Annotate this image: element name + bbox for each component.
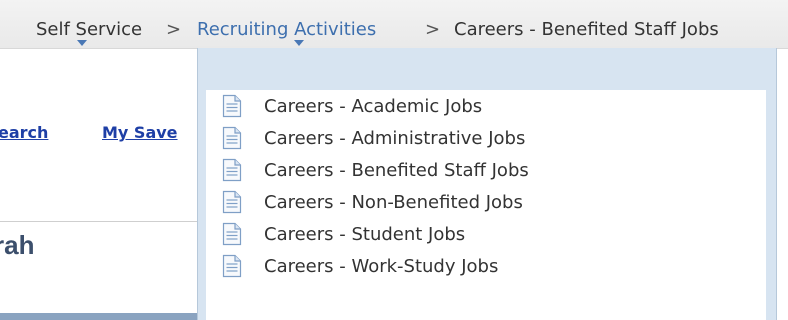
document-icon xyxy=(222,158,242,182)
menu-item-label: Careers - Student Jobs xyxy=(264,223,466,245)
dropdown-list: Careers - Academic Jobs Careers - Admini… xyxy=(206,90,766,320)
menu-item-label: Careers - Non-Benefited Jobs xyxy=(264,191,523,213)
menu-item-administrative-jobs[interactable]: Careers - Administrative Jobs xyxy=(206,122,766,154)
search-link[interactable]: earch xyxy=(0,123,48,142)
breadcrumb-careers-benefited-staff[interactable]: Careers - Benefited Staff Jobs xyxy=(454,18,719,42)
document-icon xyxy=(222,94,242,118)
background-content: earch My Save rah xyxy=(0,0,200,320)
menu-item-label: Careers - Benefited Staff Jobs xyxy=(264,159,529,181)
user-name-heading: rah xyxy=(0,230,35,260)
menu-item-benefited-staff-jobs[interactable]: Careers - Benefited Staff Jobs xyxy=(206,154,766,186)
document-icon xyxy=(222,190,242,214)
menu-item-label: Careers - Work-Study Jobs xyxy=(264,255,499,277)
document-icon xyxy=(222,222,242,246)
menu-item-work-study-jobs[interactable]: Careers - Work-Study Jobs xyxy=(206,250,766,282)
recruiting-activities-dropdown: Careers - Academic Jobs Careers - Admini… xyxy=(197,48,777,320)
divider xyxy=(0,221,200,222)
document-icon xyxy=(222,254,242,278)
document-icon xyxy=(222,126,242,150)
menu-item-academic-jobs[interactable]: Careers - Academic Jobs xyxy=(206,90,766,122)
section-bar xyxy=(0,313,200,320)
menu-item-label: Careers - Administrative Jobs xyxy=(264,127,526,149)
menu-item-label: Careers - Academic Jobs xyxy=(264,95,483,117)
menu-item-non-benefited-jobs[interactable]: Careers - Non-Benefited Jobs xyxy=(206,186,766,218)
chevron-down-icon[interactable] xyxy=(294,40,304,46)
menu-item-student-jobs[interactable]: Careers - Student Jobs xyxy=(206,218,766,250)
breadcrumb-separator: > xyxy=(425,19,441,40)
breadcrumb-recruiting-activities[interactable]: Recruiting Activities xyxy=(197,18,376,42)
my-saved-link[interactable]: My Save xyxy=(102,123,178,142)
